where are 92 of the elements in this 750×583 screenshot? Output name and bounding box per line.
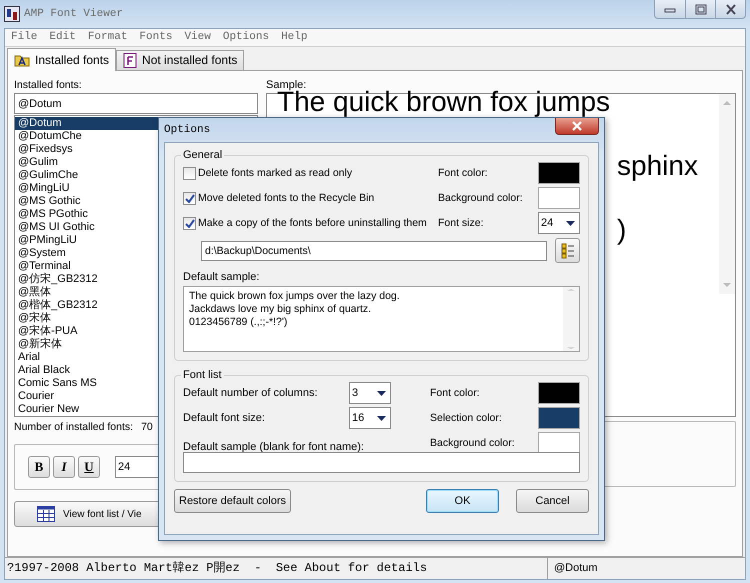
folder-icon [14,53,30,67]
color-label: Selection color: [430,412,503,424]
path-field[interactable]: d:\Backup\Documents\ [201,240,547,260]
color-swatch[interactable] [538,432,580,454]
menu-item[interactable]: Format [86,30,130,45]
italic-button[interactable]: I [53,456,75,478]
font-list-item[interactable]: @PMingLiU [15,234,160,247]
close-icon [571,121,583,131]
dialog-title: Options [164,124,210,136]
document-icon [123,53,138,68]
font-list-item[interactable]: @Dotum [15,117,160,130]
close-button[interactable] [555,118,599,135]
checkbox-label[interactable]: Delete fonts marked as read only [198,166,352,180]
checkbox-label[interactable]: Make a copy of the fonts before uninstalling them [198,216,427,230]
color-swatch[interactable] [538,382,580,404]
font-list-item[interactable]: Arial Black [15,364,160,377]
field-label: Font size: [438,216,485,230]
font-list-item[interactable]: Courier New [15,403,160,416]
font-list-item[interactable]: Courier [15,390,160,403]
font-list-item[interactable]: @新宋体 [15,338,160,351]
sample-label: Sample: [266,79,306,91]
font-list-item[interactable]: @宋体-PUA [15,325,160,338]
window-title: AMP Font Viewer [24,8,124,20]
tab[interactable]: Not installed fonts [116,50,244,70]
field-label: Default sample (blank for font name): [183,441,364,454]
font-list-item[interactable]: @宋体 [15,312,160,325]
check-icon [184,218,194,228]
count-label: Number of installed fonts: [14,421,134,434]
font-list-item[interactable]: @Terminal [15,260,160,273]
maximize-icon [694,2,708,16]
close-icon [724,2,738,16]
dialog-button[interactable]: Cancel [516,489,589,513]
tab[interactable]: Installed fonts [7,48,116,71]
bold-button[interactable]: B [28,456,50,478]
color-label: Background color: [430,436,516,450]
font-list-item[interactable]: @黑体 [15,286,160,299]
underline-button[interactable]: U [78,456,100,478]
caret-icon [377,390,386,396]
font-search-field[interactable]: @Dotum [14,93,258,114]
font-list-item[interactable]: @楷体_GB2312 [15,299,160,312]
dialog-button[interactable]: OK [426,489,499,513]
font-list-item[interactable]: @MS PGothic [15,208,160,221]
font-list-item[interactable]: @MS Gothic [15,195,160,208]
menu-item[interactable]: Fonts [137,30,174,45]
status-font-name: @Dotum [547,558,745,579]
menu-item[interactable]: File [9,30,40,45]
list-icon [560,242,574,258]
caret-icon [566,220,575,226]
font-list-item[interactable]: @Fixedsys [15,143,160,156]
browse-button[interactable] [555,238,580,263]
group-title: Font list [182,369,223,382]
vertical-scrollbar [563,287,579,351]
color-label: Background color: [438,192,524,204]
checkbox-label[interactable]: Move deleted fonts to the Recycle Bin [198,192,374,204]
font-list-item[interactable]: @System [15,247,160,260]
sample-field[interactable] [183,452,580,473]
checkbox[interactable] [183,216,196,230]
status-text: ?1997-2008 Alberto Mart韓ez P開ez - See About for details [6,562,428,575]
color-swatch[interactable] [538,407,580,429]
field-label: Default font size: [183,412,266,424]
checkbox[interactable] [183,192,196,204]
font-list-item[interactable]: @MS UI Gothic [15,221,160,234]
color-swatch[interactable] [538,162,580,184]
font-list-item[interactable]: Arial [15,351,160,364]
sample-text: The quick brown fox jumps over the lazy dog. Jackdaws love my big sphinx of quartz. 0123456789 (.,:;-*!?') [188,289,401,330]
font-list-item[interactable]: Comic Sans MS [15,377,160,390]
color-label: Font color: [438,166,489,180]
group-title: General [182,149,224,162]
field-label: Default number of columns: [183,386,319,400]
menu-item[interactable]: Help [279,30,310,45]
font-list-item[interactable]: @DotumChe [15,130,160,143]
menu-item[interactable]: Edit [47,30,78,45]
font-count: 70 [141,421,153,434]
checkbox[interactable] [183,166,196,180]
font-list-item[interactable]: @GulimChe [15,169,160,182]
table-icon [37,506,55,522]
color-swatch[interactable] [538,187,580,209]
menu-item[interactable]: Options [220,30,272,45]
dropdown[interactable]: 16 [349,407,391,429]
dialog-button[interactable]: Restore default colors [174,489,291,513]
default-sample-field[interactable]: The quick brown fox jumps over the lazy dog. Jackdaws love my big sphinx of quartz. 0123456789 (.,:;-*!?') [183,286,580,352]
field-label: Default sample: [183,271,260,284]
check-icon [184,194,194,202]
dropdown[interactable]: 3 [349,382,391,404]
font-list-item[interactable]: @仿宋_GB2312 [15,273,160,286]
field-label: Installed fonts: [14,79,83,92]
font-list-item[interactable]: @Gulim [15,156,160,169]
font-list-item[interactable]: @MingLiU [15,182,160,195]
color-label: Font color: [430,386,481,400]
font-size-dropdown[interactable]: 24 [538,212,580,234]
app-logo-icon [4,6,20,22]
menu-item[interactable]: View [182,30,213,45]
